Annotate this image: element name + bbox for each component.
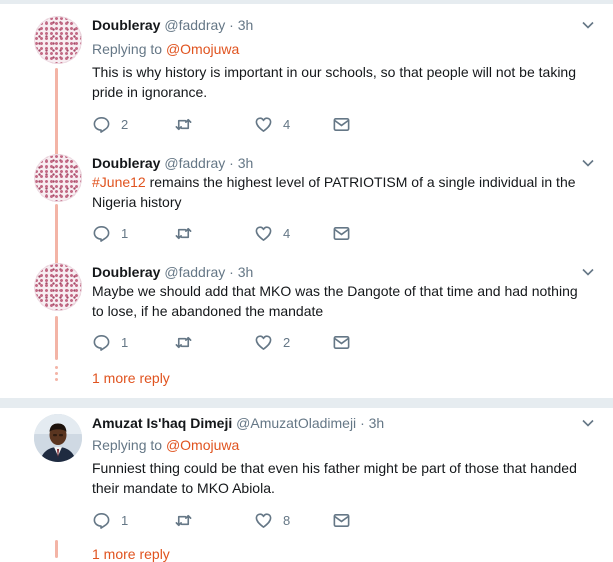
like-icon: [255, 117, 272, 132]
thread-line: [55, 204, 58, 266]
tweet-actions: 1 4: [92, 224, 392, 244]
tweet-text: #June12 remains the highest level of PAT…: [92, 174, 576, 210]
retweet-button[interactable]: [174, 333, 203, 352]
retweet-icon: [175, 514, 192, 527]
message-button[interactable]: [332, 511, 351, 530]
reply-icon: [93, 335, 110, 351]
top-border: [0, 0, 613, 4]
like-count: 4: [283, 226, 291, 241]
like-button[interactable]: 4: [254, 224, 290, 243]
tweet-actions: 1 2: [92, 333, 392, 353]
thread-line: [55, 316, 58, 360]
retweet-icon: [175, 336, 192, 349]
reply-icon: [93, 513, 110, 529]
message-icon: [333, 117, 350, 132]
avatar[interactable]: [34, 154, 82, 202]
chevron-down-icon[interactable]: [581, 18, 595, 32]
timestamp[interactable]: · 3h: [360, 415, 384, 431]
author-handle[interactable]: @faddray: [164, 264, 225, 280]
message-icon: [333, 226, 350, 241]
tweet-text: This is why history is important in our …: [92, 64, 577, 100]
author-name[interactable]: Doubleray: [92, 155, 160, 171]
like-count: 4: [283, 117, 291, 132]
retweet-button[interactable]: [174, 115, 203, 134]
tweet-text: Maybe we should add that MKO was the Dan…: [92, 283, 578, 319]
author-name[interactable]: Amuzat Is'haq Dimeji: [92, 415, 232, 431]
more-replies-link[interactable]: 1 more reply: [92, 546, 170, 562]
replying-to-link[interactable]: @Omojuwa: [166, 437, 239, 453]
thread-line: [55, 68, 58, 156]
tweet-actions: 1 8: [92, 511, 392, 531]
author-handle[interactable]: @AmuzatOladimeji: [236, 415, 356, 431]
replying-to: Replying to @Omojuwa: [92, 41, 240, 57]
like-count: 2: [283, 335, 291, 350]
author-handle[interactable]: @faddray: [164, 17, 225, 33]
retweet-button[interactable]: [174, 511, 203, 530]
message-button[interactable]: [332, 115, 351, 134]
thread-line: [55, 540, 58, 558]
tweet-header: Doubleray @faddray · 3h: [92, 263, 253, 281]
reply-button[interactable]: 1: [92, 224, 128, 243]
like-icon: [255, 513, 272, 528]
timestamp[interactable]: · 3h: [229, 155, 253, 171]
timestamp[interactable]: · 3h: [229, 17, 253, 33]
author-name[interactable]: Doubleray: [92, 264, 160, 280]
tweet-text: Funniest thing could be that even his fa…: [92, 460, 577, 496]
like-count: 8: [283, 513, 291, 528]
message-button[interactable]: [332, 224, 351, 243]
like-button[interactable]: 2: [254, 333, 290, 352]
tweet-header: Doubleray @faddray · 3h: [92, 154, 253, 172]
message-icon: [333, 335, 350, 350]
hashtag-link[interactable]: #June12: [92, 174, 146, 190]
chevron-down-icon[interactable]: [581, 156, 595, 170]
like-button[interactable]: 8: [254, 511, 290, 530]
avatar[interactable]: [34, 414, 82, 462]
timestamp[interactable]: · 3h: [229, 264, 253, 280]
chevron-down-icon[interactable]: [581, 416, 595, 430]
retweet-icon: [175, 227, 192, 240]
thread-separator: [0, 398, 613, 408]
reply-button[interactable]: 1: [92, 511, 128, 530]
reply-button[interactable]: 1: [92, 333, 128, 352]
tweet-header: Amuzat Is'haq Dimeji @AmuzatOladimeji · …: [92, 414, 384, 432]
like-icon: [255, 226, 272, 241]
reply-count: 1: [121, 335, 129, 350]
avatar[interactable]: [34, 16, 82, 64]
message-button[interactable]: [332, 333, 351, 352]
chevron-down-icon[interactable]: [581, 265, 595, 279]
author-handle[interactable]: @faddray: [164, 155, 225, 171]
reply-button[interactable]: 2: [92, 115, 128, 134]
replying-to: Replying to @Omojuwa: [92, 437, 240, 453]
replying-to-link[interactable]: @Omojuwa: [166, 41, 239, 57]
retweet-button[interactable]: [174, 224, 203, 243]
message-icon: [333, 513, 350, 528]
reply-icon: [93, 117, 110, 133]
more-replies-link[interactable]: 1 more reply: [92, 370, 170, 386]
tweet-actions: 2 4: [92, 115, 392, 135]
avatar[interactable]: [34, 263, 82, 311]
like-icon: [255, 335, 272, 350]
like-button[interactable]: 4: [254, 115, 290, 134]
reply-count: 1: [121, 226, 129, 241]
reply-count: 2: [121, 117, 129, 132]
retweet-icon: [175, 118, 192, 131]
tweet-header: Doubleray @faddray · 3h: [92, 16, 253, 34]
reply-count: 1: [121, 513, 129, 528]
author-name[interactable]: Doubleray: [92, 17, 160, 33]
profile-photo: [34, 414, 82, 462]
thread-dots: [55, 366, 58, 384]
reply-icon: [93, 226, 110, 242]
